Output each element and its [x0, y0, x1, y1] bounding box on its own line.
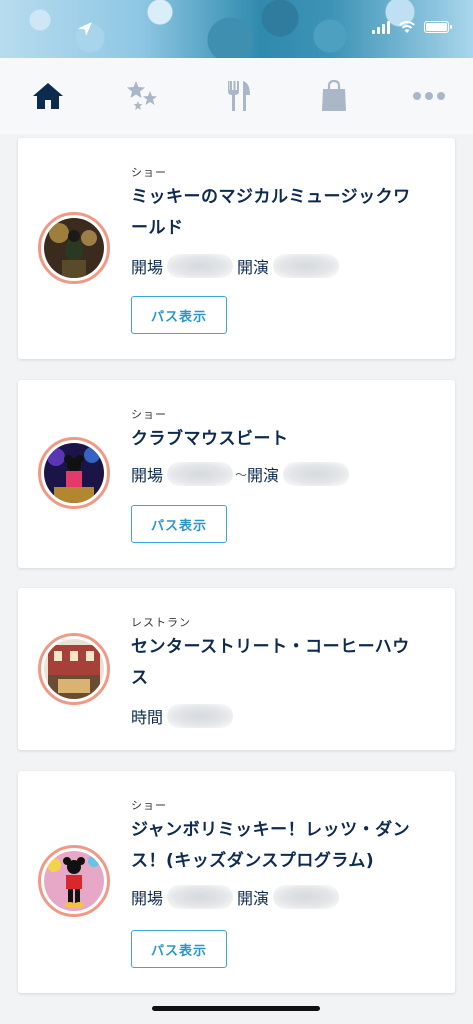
category-tab-bar: [0, 58, 473, 134]
card-times: 開場 〜 開演: [131, 462, 353, 486]
card-times: 開場 開演: [131, 254, 343, 278]
tab-home[interactable]: [30, 78, 66, 114]
card-times: 時間: [131, 704, 237, 728]
start-label: 開演: [237, 889, 270, 908]
tab-more[interactable]: [411, 78, 447, 114]
show-pass-button[interactable]: パス表示: [131, 930, 227, 968]
home-indicator[interactable]: [152, 1006, 320, 1011]
show-thumbnail: [38, 437, 110, 509]
show-thumbnail: [38, 212, 110, 284]
redacted-time: [273, 885, 340, 909]
wifi-icon: [399, 21, 415, 33]
card-title: センターストリート・コーヒーハウ ス: [131, 637, 410, 688]
open-label: 開場: [131, 258, 164, 277]
schedule-card[interactable]: ショー ジャンボリミッキー！レッツ・ダン ス！(キッズダンスプログラム) 開場 …: [18, 771, 455, 993]
show-pass-button[interactable]: パス表示: [131, 296, 227, 334]
more-dots-icon: [413, 92, 445, 100]
tab-attractions[interactable]: [125, 78, 161, 114]
start-label: 開演: [237, 258, 270, 277]
start-label: 開演: [247, 466, 280, 485]
sparkle-stars-icon: [127, 81, 158, 110]
hours-label: 時間: [131, 708, 164, 727]
redacted-time: [283, 462, 350, 486]
redacted-time: [167, 885, 234, 909]
battery-icon: [424, 21, 452, 33]
card-title: ミッキーのマジカルミュージックワ ールド: [131, 187, 411, 238]
status-bar: [0, 0, 473, 58]
redacted-time: [273, 254, 340, 278]
location-arrow-icon: [78, 22, 92, 36]
cellular-signal-icon: [372, 20, 390, 34]
card-category: ショー: [131, 408, 167, 421]
card-category: ショー: [131, 799, 167, 812]
schedule-card[interactable]: ショー クラブマウスビート 開場 〜 開演 パス表示: [18, 380, 455, 568]
restaurant-thumbnail: [38, 633, 110, 705]
status-icons: [372, 20, 452, 34]
redacted-time: [167, 462, 234, 486]
shopping-bag-icon: [321, 80, 346, 111]
home-icon: [33, 83, 63, 109]
tab-restaurants[interactable]: [221, 78, 257, 114]
time-range-separator: 〜: [235, 467, 248, 482]
show-pass-button[interactable]: パス表示: [131, 505, 227, 543]
card-title: ジャンボリミッキー！レッツ・ダン ス！(キッズダンスプログラム): [131, 820, 411, 871]
card-category: ショー: [131, 166, 167, 179]
fork-knife-icon: [227, 81, 250, 111]
schedule-card[interactable]: ショー ミッキーのマジカルミュージックワ ールド 開場 開演 パス表示: [18, 138, 455, 359]
redacted-time: [167, 254, 234, 278]
card-title: クラブマウスビート: [131, 429, 289, 449]
open-label: 開場: [131, 466, 164, 485]
redacted-time: [167, 704, 234, 728]
schedule-card[interactable]: レストラン センターストリート・コーヒーハウ ス 時間: [18, 588, 455, 750]
card-category: レストラン: [131, 616, 191, 629]
tab-shopping[interactable]: [316, 78, 352, 114]
open-label: 開場: [131, 889, 164, 908]
show-thumbnail: [38, 845, 110, 917]
card-times: 開場 開演: [131, 885, 343, 909]
